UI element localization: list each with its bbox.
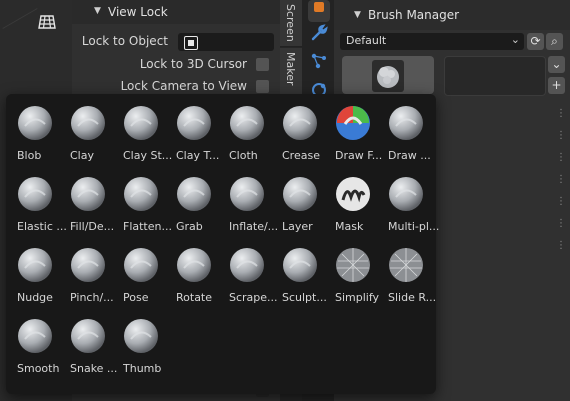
drag-handle-icon[interactable]: ⋮⋮	[556, 174, 570, 185]
lock-to-object-label: Lock to Object	[81, 34, 168, 48]
add-icon[interactable]: +	[548, 77, 565, 94]
grid-icon[interactable]	[38, 12, 56, 30]
brush-item[interactable]: Thumb	[114, 315, 167, 386]
drag-handle-icon[interactable]: ⋮⋮	[556, 218, 570, 229]
active-brush-thumbnail[interactable]	[342, 56, 434, 94]
brush-item[interactable]: Smooth	[8, 315, 61, 386]
brush-item[interactable]: Pinch/...	[61, 244, 114, 315]
brush-item[interactable]: Slide R...	[379, 244, 436, 315]
elastic-deform-brush-icon	[16, 175, 54, 213]
collapse-arrow-icon[interactable]: ▼	[354, 10, 361, 20]
brush-label: Draw ...	[388, 149, 431, 162]
draw-face-sets-brush-icon	[334, 104, 372, 142]
mask-brush-icon	[334, 175, 372, 213]
refresh-icon[interactable]: ⟳	[527, 33, 544, 50]
collapse-arrow-icon[interactable]: ▼	[94, 6, 101, 16]
brush-item[interactable]: Clay T...	[167, 102, 220, 173]
clay-brush-icon	[69, 104, 107, 142]
drag-handle-icon[interactable]: ⋮⋮	[556, 152, 570, 163]
brush-item[interactable]: Nudge	[8, 244, 61, 315]
inflate-deflate-brush-icon	[228, 175, 266, 213]
brush-item[interactable]: Rotate	[167, 244, 220, 315]
scrape-peaks-brush-icon	[228, 246, 266, 284]
brush-list-box[interactable]	[444, 56, 546, 96]
brush-item[interactable]: Snake ...	[61, 315, 117, 386]
cloth-brush-icon	[228, 104, 266, 142]
flatten-contrast-brush-icon	[122, 175, 160, 213]
view-lock-title: View Lock	[108, 5, 168, 19]
brush-item[interactable]: Mask	[326, 173, 379, 244]
brush-selector-popup: Blob Clay Clay St... Clay T... Cloth Crease Dr…	[6, 94, 439, 394]
crease-brush-icon	[281, 104, 319, 142]
nudge-brush-icon	[16, 246, 54, 284]
brush-item[interactable]: Layer	[273, 173, 326, 244]
brush-item[interactable]: Elastic ...	[8, 173, 67, 244]
simplify-brush-icon	[334, 246, 372, 284]
drag-handle-icon[interactable]: ⋮⋮	[556, 240, 570, 251]
pose-brush-icon	[122, 246, 160, 284]
thumb-brush-icon	[122, 317, 160, 355]
brush-item[interactable]: Inflate/...	[220, 173, 278, 244]
pinch-magnify-brush-icon	[69, 246, 107, 284]
particles-icon[interactable]	[308, 50, 330, 72]
drag-handle-icon[interactable]: ⋮⋮	[556, 196, 570, 207]
smooth-brush-icon	[16, 317, 54, 355]
sculpt-draw-brush-icon	[281, 246, 319, 284]
brush-item[interactable]: Cloth	[220, 102, 273, 173]
object-properties-icon[interactable]	[308, 0, 330, 22]
viewport-wireframe	[2, 8, 38, 29]
brush-label: Thumb	[123, 362, 162, 375]
lock-camera-to-view-checkbox[interactable]	[256, 80, 269, 93]
wrench-icon[interactable]	[308, 22, 330, 44]
brush-item[interactable]: Blob	[8, 102, 61, 173]
brush-item[interactable]: Fill/De...	[61, 173, 114, 244]
brush-item[interactable]: Clay	[61, 102, 114, 173]
clay-strips-brush-icon	[122, 104, 160, 142]
lock-to-3d-cursor-checkbox[interactable]	[256, 58, 269, 71]
brush-label: Multi-pl...	[388, 220, 440, 233]
brush-manager-title: Brush Manager	[368, 8, 460, 22]
blob-brush-icon	[372, 60, 404, 92]
brush-item[interactable]: Simplify	[326, 244, 379, 315]
brush-grid: Blob Clay Clay St... Clay T... Cloth Crease Dr…	[8, 102, 439, 386]
lock-to-3d-cursor-label: Lock to 3D Cursor	[139, 57, 247, 71]
snake-hook-brush-icon	[69, 317, 107, 355]
brush-item[interactable]: Draw ...	[379, 102, 432, 173]
brush-set-dropdown[interactable]: Default ⌄	[340, 33, 524, 50]
search-icon[interactable]: ⌕	[546, 33, 563, 50]
drag-handle-icon[interactable]: ⋮⋮	[556, 130, 570, 141]
chevron-down-icon[interactable]: ⌄	[548, 56, 565, 73]
brush-item[interactable]: Sculpt...	[273, 244, 327, 315]
brush-set-value: Default	[346, 34, 387, 47]
brush-item[interactable]: Multi-pl...	[379, 173, 439, 244]
grab-brush-icon	[175, 175, 213, 213]
brush-item[interactable]: Clay St...	[114, 102, 172, 173]
brush-label: Slide R...	[388, 291, 437, 304]
brush-item[interactable]: Draw F...	[326, 102, 382, 173]
brush-item[interactable]: Grab	[167, 173, 220, 244]
fill-deepen-brush-icon	[69, 175, 107, 213]
rotate-brush-icon	[175, 246, 213, 284]
draw-sharp-brush-icon	[387, 104, 425, 142]
slide-relax-brush-icon	[387, 246, 425, 284]
chevron-down-icon: ⌄	[510, 33, 520, 46]
object-icon	[184, 36, 198, 50]
layer-brush-icon	[281, 175, 319, 213]
brush-item[interactable]: Crease	[273, 102, 326, 173]
blob-brush-icon	[16, 104, 54, 142]
view-lock-header[interactable]	[72, 0, 280, 24]
lock-camera-to-view-label: Lock Camera to View	[120, 79, 247, 93]
brush-item[interactable]: Pose	[114, 244, 167, 315]
lock-object-field[interactable]	[178, 33, 370, 51]
multiplane-scrape-brush-icon	[387, 175, 425, 213]
clay-thumb-brush-icon	[175, 104, 213, 142]
brush-item[interactable]: Flatten...	[114, 173, 172, 244]
tab-screen[interactable]: Screen	[280, 0, 302, 47]
brush-item[interactable]: Scrape...	[220, 244, 278, 315]
drag-handle-icon[interactable]: ⋮⋮	[556, 108, 570, 119]
